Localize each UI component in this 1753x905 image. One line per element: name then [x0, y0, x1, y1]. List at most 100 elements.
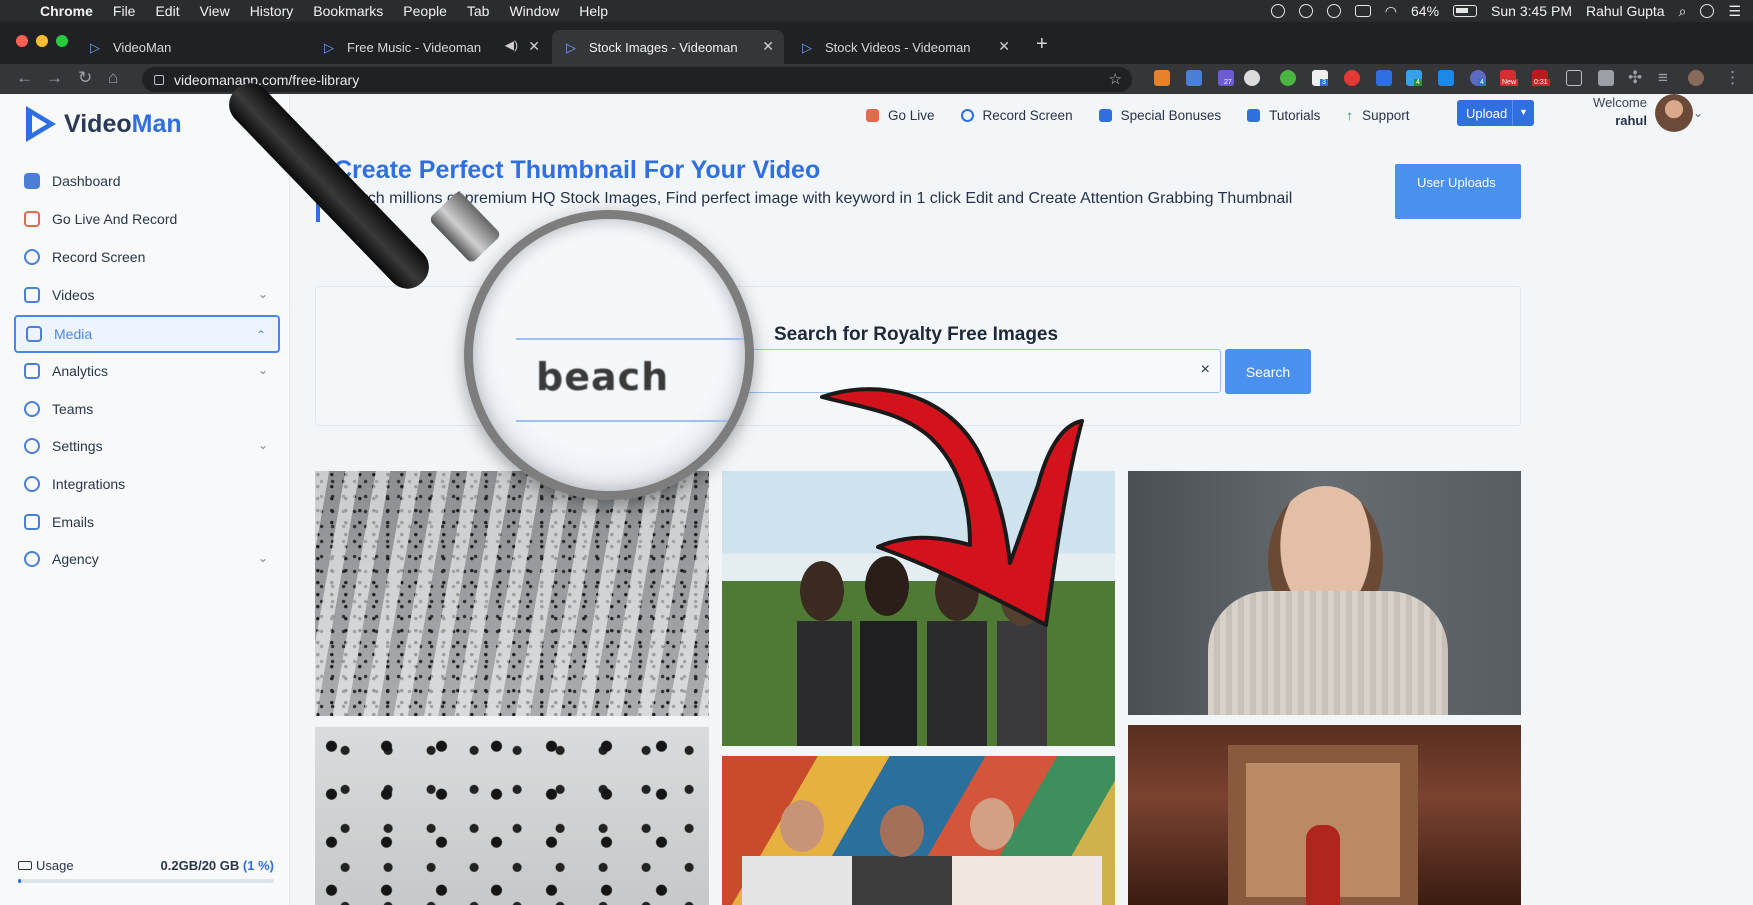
zoom-window-button[interactable] — [56, 35, 68, 47]
stock-image-monk-temple[interactable] — [1128, 725, 1521, 905]
menu-app[interactable]: Chrome — [40, 3, 93, 19]
control-center-icon[interactable]: ☰ — [1728, 3, 1741, 20]
new-extension-icon[interactable]: New — [1500, 70, 1519, 86]
plane-extension-icon[interactable] — [1598, 70, 1614, 86]
extension-badge-icon[interactable]: 27 — [1218, 70, 1234, 86]
code-extension-icon[interactable]: 4 — [1406, 70, 1422, 86]
sidebar-item-emails[interactable]: Emails — [14, 503, 280, 541]
menu-window[interactable]: Window — [509, 3, 559, 19]
username: rahul — [1615, 113, 1647, 128]
menubar-status: ◠ 64% Sun 3:45 PM Rahul Gupta ⌕ ☰ — [1270, 0, 1741, 22]
sidebar-item-analytics[interactable]: Analytics ⌄ — [14, 352, 280, 390]
blue-extension-icon[interactable] — [1376, 70, 1392, 86]
cloud-upload-icon[interactable] — [1298, 4, 1313, 18]
minimize-window-button[interactable] — [36, 35, 48, 47]
close-tab-icon[interactable]: ✕ — [998, 38, 1010, 55]
top-nav-special-bonuses[interactable]: Special Bonuses — [1098, 107, 1222, 123]
speaker-icon[interactable]: ◀) — [505, 38, 518, 52]
keyboard-icon[interactable] — [1354, 5, 1371, 17]
usage-percent: 1 % — [247, 858, 270, 873]
stock-image-friends-mural[interactable] — [722, 756, 1115, 905]
back-icon[interactable]: ← — [16, 68, 33, 88]
avatar[interactable] — [1655, 94, 1693, 132]
tab-stock-images[interactable]: ▷ Stock Images - Videoman ✕ — [552, 30, 784, 64]
creative-cloud-icon[interactable] — [1270, 4, 1285, 18]
timer-extension-icon[interactable]: 0:31 — [1532, 70, 1550, 86]
sidebar-item-teams[interactable]: Teams — [14, 390, 280, 428]
green-extension-icon[interactable] — [1280, 70, 1296, 86]
videoman-favicon-icon: ▷ — [566, 39, 576, 55]
wifi-icon[interactable]: ◠ — [1385, 3, 1397, 20]
menu-file[interactable]: File — [113, 3, 136, 19]
user-uploads-button[interactable]: User Uploads — [1395, 164, 1521, 219]
top-nav-go-live[interactable]: Go Live — [866, 108, 935, 123]
top-nav-label: Support — [1362, 107, 1410, 123]
sidebar-item-integrations[interactable]: Integrations — [14, 465, 280, 503]
forward-icon[interactable]: → — [46, 68, 63, 88]
top-nav-record-screen[interactable]: Record Screen — [960, 108, 1073, 123]
menu-help[interactable]: Help — [579, 3, 608, 19]
chrome-menu-icon[interactable]: ⋮ — [1724, 68, 1741, 88]
bookmark-star-icon[interactable]: ☆ — [1109, 70, 1122, 88]
pokeball-extension-icon[interactable] — [1344, 70, 1360, 86]
badge-count: 3 — [1320, 79, 1328, 86]
battery-icon[interactable] — [1453, 5, 1478, 17]
siri-icon[interactable] — [1700, 4, 1715, 18]
upload-button[interactable]: Upload ▼ — [1457, 100, 1534, 126]
rss-extension-icon[interactable] — [1154, 70, 1170, 86]
close-tab-icon[interactable]: ✕ — [528, 38, 540, 55]
close-tab-icon[interactable]: ✕ — [762, 38, 774, 55]
clock[interactable]: Sun 3:45 PM — [1491, 3, 1572, 19]
tab-free-music[interactable]: ▷ Free Music - Videoman ◀) ✕ — [310, 30, 550, 64]
sidebar-item-settings[interactable]: Settings ⌄ — [14, 427, 280, 465]
close-window-button[interactable] — [16, 35, 28, 47]
chevron-down-icon[interactable]: ⌄ — [1693, 106, 1703, 120]
menu-view[interactable]: View — [200, 3, 230, 19]
gear-extension-icon[interactable]: 4 — [1470, 70, 1486, 86]
sidebar-item-dashboard[interactable]: Dashboard — [14, 162, 280, 200]
reload-icon[interactable]: ↻ — [78, 68, 92, 88]
profile-avatar[interactable] — [1688, 70, 1704, 86]
menu-bookmarks[interactable]: Bookmarks — [313, 3, 383, 19]
menu-tab[interactable]: Tab — [467, 3, 490, 19]
s-extension-icon[interactable] — [1438, 70, 1454, 86]
top-nav-tutorials[interactable]: Tutorials — [1247, 108, 1320, 123]
stock-image-crowd-crosswalk[interactable] — [315, 471, 709, 716]
sidebar-item-record-screen[interactable]: Record Screen — [14, 238, 280, 276]
stock-image-woman-sweater[interactable] — [1128, 471, 1521, 715]
menu-history[interactable]: History — [250, 3, 294, 19]
hand-extension-icon[interactable]: 3 — [1312, 70, 1328, 86]
circle-extension-icon[interactable] — [1244, 70, 1260, 86]
record-status-icon[interactable] — [1326, 4, 1341, 18]
search-button[interactable]: Search — [1225, 349, 1311, 394]
address-bar[interactable]: videomanapp.com/free-library ☆ — [142, 67, 1132, 92]
puzzle-icon[interactable]: ✣ — [1628, 68, 1642, 88]
user-name[interactable]: Rahul Gupta — [1586, 3, 1665, 19]
spotlight-icon[interactable]: ⌕ — [1679, 3, 1687, 20]
menu-edit[interactable]: Edit — [155, 3, 179, 19]
sidebar-item-go-live[interactable]: Go Live And Record — [14, 200, 280, 238]
download-extension-icon[interactable] — [1186, 70, 1202, 86]
tab-title: VideoMan — [113, 39, 172, 55]
sidebar-item-media[interactable]: Media ⌃ — [14, 315, 280, 353]
videoman-logo[interactable]: VideoMan — [26, 106, 182, 142]
logo-text-video: Video — [64, 109, 132, 138]
home-icon[interactable]: ⌂ — [108, 68, 118, 88]
image-subject — [742, 796, 1102, 905]
magnifier-lens: beach — [464, 210, 754, 500]
tab-videoman[interactable]: ▷ VideoMan — [76, 30, 306, 64]
top-nav-support[interactable]: ↑ Support — [1346, 108, 1409, 123]
menu-people[interactable]: People — [403, 3, 447, 19]
reading-list-icon[interactable]: ≡ — [1658, 68, 1668, 88]
lock-icon[interactable] — [154, 74, 164, 85]
new-tab-icon[interactable]: + — [1036, 33, 1048, 56]
caret-down-icon[interactable]: ▼ — [1512, 100, 1534, 126]
sidebar-item-videos[interactable]: Videos ⌄ — [14, 276, 280, 314]
top-nav-label: Special Bonuses — [1120, 107, 1222, 123]
magnified-search-query: beach — [536, 355, 670, 399]
stock-image-people-walking[interactable] — [315, 727, 709, 905]
tab-stock-videos[interactable]: ▷ Stock Videos - Videoman ✕ — [788, 30, 1020, 64]
clear-icon[interactable]: × — [1201, 361, 1210, 379]
sidebar-item-agency[interactable]: Agency ⌄ — [14, 540, 280, 578]
crop-extension-icon[interactable] — [1566, 70, 1582, 86]
